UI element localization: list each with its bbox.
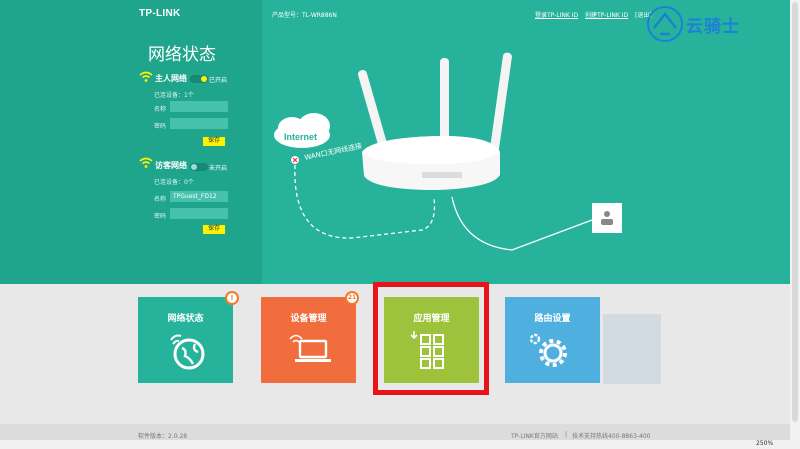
toggle-knob: [201, 76, 207, 82]
host-save-button[interactable]: 保存: [203, 137, 225, 146]
computer-icon: [592, 203, 622, 233]
tile-device-management[interactable]: 设备管理: [261, 297, 356, 383]
globe-icon: [170, 334, 205, 370]
device-count-badge: 21: [345, 291, 359, 305]
network-diagram: Internet WAN口无网线连接: [274, 52, 622, 251]
tile-label: 路由设置: [534, 314, 571, 324]
router-icon: [362, 135, 500, 190]
toggle-knob: [191, 164, 197, 170]
guest-save-button[interactable]: 保存: [203, 225, 225, 234]
wifi-icon: [139, 157, 153, 168]
zoom-level[interactable]: 250%: [756, 440, 773, 447]
host-name-label: 名称: [154, 106, 167, 113]
model-label: 产品型号：TL-WR886N: [272, 12, 337, 19]
guest-password-label: 密码: [154, 213, 167, 220]
watermark-text: 云骑士: [686, 17, 740, 37]
tile-router-settings[interactable]: 路由设置: [505, 297, 600, 383]
create-id-link[interactable]: 创建TP-LINK ID: [585, 10, 628, 19]
footer-divider: |: [565, 431, 568, 438]
alert-badge: !: [225, 291, 239, 305]
guest-name-label: 名称: [154, 196, 167, 203]
footer: [0, 424, 800, 440]
host-network-title: 主人网络: [155, 74, 187, 83]
page-title: 网络状态: [148, 45, 216, 65]
blurred-placeholder: [603, 314, 661, 384]
guest-device-count: 已连设备：0个: [154, 179, 194, 186]
guest-network-toggle[interactable]: [190, 163, 208, 171]
lan-link: [451, 196, 593, 251]
guest-password-field[interactable]: [170, 208, 228, 219]
support-hotline: 技术支持热线400-8863-400: [572, 433, 651, 440]
tile-label: 设备管理: [290, 314, 327, 324]
cloud-icon: [274, 113, 330, 148]
login-link[interactable]: 登录TP-LINK ID: [535, 10, 578, 19]
guest-toggle-label: 未开启: [209, 165, 228, 172]
official-site-link[interactable]: TP-LINK官方网站: [511, 431, 558, 440]
guest-name-field[interactable]: TPGuest_FD12: [170, 191, 228, 202]
wifi-icon: [139, 71, 153, 82]
browser-status-bar: [0, 440, 800, 449]
scrollbar-thumb[interactable]: [792, 2, 798, 422]
host-password-field[interactable]: [170, 118, 228, 129]
tile-network-status[interactable]: 网络状态: [138, 297, 233, 383]
internet-label: Internet: [284, 132, 317, 142]
brand-logo: TP-LINK: [139, 8, 181, 19]
highlight-box: [373, 282, 489, 395]
host-device-count: 已连设备：1个: [154, 92, 194, 99]
host-name-field[interactable]: [170, 101, 228, 112]
host-network-toggle[interactable]: [190, 75, 208, 83]
laptop-icon: [289, 334, 331, 362]
guest-network-title: 访客网络: [155, 161, 187, 170]
host-toggle-label: 已开启: [209, 77, 228, 84]
tile-label: 网络状态: [167, 314, 204, 324]
gear-icon: [529, 333, 567, 367]
host-password-label: 密码: [154, 123, 167, 130]
software-version: 软件版本：2.0.28: [138, 433, 188, 440]
